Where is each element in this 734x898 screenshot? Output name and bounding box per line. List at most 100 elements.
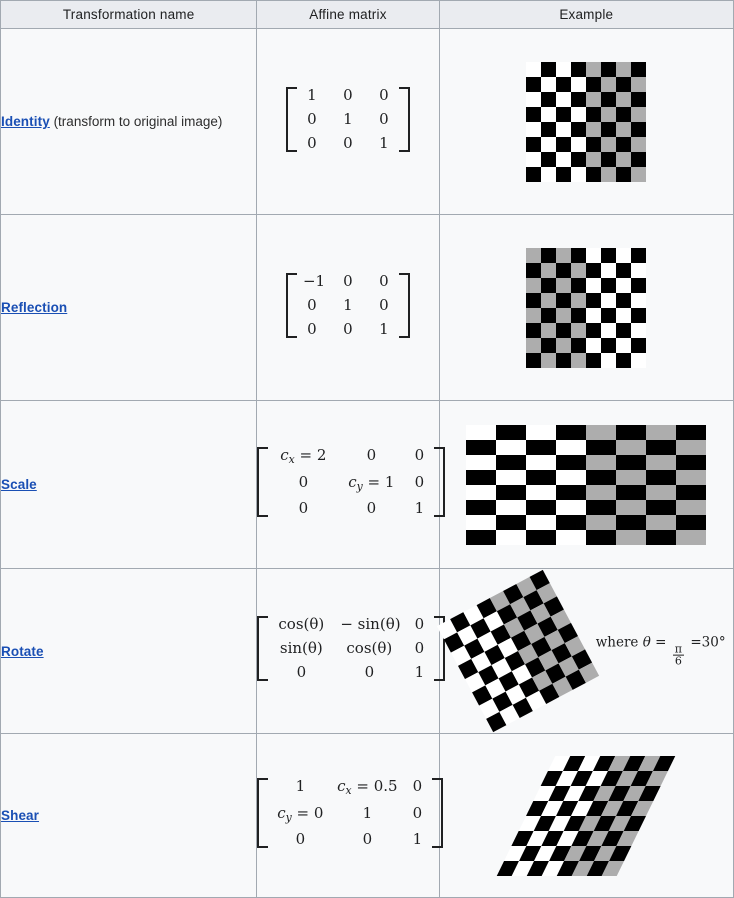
checker-cell	[631, 91, 647, 107]
checker-cell	[556, 322, 572, 338]
checker-cell	[616, 247, 632, 263]
note-result: =30°	[686, 634, 726, 651]
matrix-cell: 0	[414, 615, 425, 633]
matrix-rotate: cos(θ) − sin(θ) 0 sin(θ) cos(θ) 0 0 0 1	[257, 616, 446, 681]
checker-cell	[586, 307, 602, 323]
checker-cell	[631, 292, 647, 308]
note-equals: =	[650, 634, 671, 651]
matrix-cell: 0	[366, 445, 377, 464]
matrix-cell-cx: cx = 0.5	[334, 778, 400, 798]
checker-cell	[526, 136, 542, 152]
checker-cell	[586, 454, 617, 470]
checker-cell	[541, 61, 557, 77]
checker-cell	[526, 121, 542, 137]
checker-cell	[541, 247, 557, 263]
checker-cell	[616, 307, 632, 323]
example-identity	[438, 28, 734, 215]
theta-symbol: θ	[642, 634, 651, 651]
link-rotate[interactable]: Rotate	[1, 644, 44, 659]
matrix-cell: 1	[414, 499, 425, 518]
checker-cell	[556, 484, 587, 500]
checker-cell	[616, 454, 647, 470]
matrix-cell: cos(θ)	[346, 639, 393, 657]
equals-sign: =	[296, 803, 310, 822]
checker-cell	[601, 166, 617, 182]
sheared-board-holder	[497, 755, 676, 876]
checker-cell	[631, 76, 647, 92]
checker-cell	[571, 76, 587, 92]
checker-cell	[466, 424, 497, 440]
checker-cell	[496, 469, 527, 485]
checker-cell	[526, 352, 542, 368]
example-rotate: where θ = π6 =30°	[436, 568, 734, 734]
transformation-name-identity: Identity (transform to original image)	[0, 28, 258, 215]
checker-cell	[586, 292, 602, 308]
column-header-transformation-name: Transformation name	[0, 0, 258, 29]
checker-cell	[496, 454, 527, 470]
equals-sign: =	[356, 776, 369, 795]
matrix-cell: 1	[307, 85, 317, 104]
checker-cell	[616, 91, 632, 107]
matrix-cell: 1	[343, 295, 353, 314]
link-reflection[interactable]: Reflection	[1, 300, 67, 315]
matrix-cell: 0	[414, 472, 425, 491]
matrix-shear: 1 cx = 0.5 0 cy = 0 1 0 0 0 1	[257, 777, 444, 849]
checker-cell	[526, 76, 542, 92]
matrix-cell: 0	[298, 499, 309, 518]
checkerboard-rotate	[436, 569, 599, 733]
checker-cell	[676, 514, 707, 530]
checker-cell	[496, 439, 527, 455]
checker-cell	[586, 76, 602, 92]
checker-cell	[586, 277, 602, 293]
checker-cell	[646, 454, 677, 470]
checker-cell	[586, 514, 617, 530]
checker-cell	[616, 484, 647, 500]
matrix-grid: cos(θ) − sin(θ) 0 sin(θ) cos(θ) 0 0 0 1	[272, 616, 430, 681]
rotated-board-holder	[436, 569, 599, 733]
checker-cell	[526, 484, 557, 500]
checker-cell	[631, 337, 647, 353]
checker-cell	[676, 529, 707, 545]
pi-over-six-fraction: π6	[672, 643, 685, 667]
matrix-cell-cy: cy = 1	[340, 474, 402, 494]
checker-cell	[556, 136, 572, 152]
cy-subscript: y	[285, 810, 292, 824]
checker-cell	[586, 247, 602, 263]
link-shear[interactable]: Shear	[1, 808, 39, 823]
table-row-scale: Scale cx = 2 0 0 0 cy = 1 0 0 0 1	[0, 400, 734, 569]
checker-cell	[586, 499, 617, 515]
matrix-cell: 1	[379, 133, 389, 152]
checker-cell	[541, 76, 557, 92]
checker-cell	[556, 262, 572, 278]
checker-cell	[556, 166, 572, 182]
matrix-cell: 0	[379, 271, 389, 290]
checker-cell	[541, 292, 557, 308]
link-scale[interactable]: Scale	[1, 477, 37, 492]
matrix-grid: 1 cx = 0.5 0 cy = 0 1 0 0 0 1	[272, 778, 428, 849]
checker-cell	[601, 307, 617, 323]
checker-cell	[631, 277, 647, 293]
checker-cell	[676, 484, 707, 500]
checker-cell	[646, 424, 677, 440]
checker-cell	[526, 166, 542, 182]
cx-value: 2	[316, 445, 327, 464]
matrix-cell: −1	[302, 271, 326, 290]
checker-cell	[526, 292, 542, 308]
checker-cell	[616, 499, 647, 515]
checker-cell	[646, 514, 677, 530]
cy-symbol: c	[277, 803, 286, 822]
checker-cell	[601, 352, 617, 368]
checker-cell	[616, 514, 647, 530]
matrix-cell: 0	[343, 271, 353, 290]
checker-cell	[541, 91, 557, 107]
checker-cell	[646, 529, 677, 545]
checker-cell	[586, 484, 617, 500]
matrix-cell: 1	[343, 109, 353, 128]
checker-cell	[601, 322, 617, 338]
link-identity[interactable]: Identity	[1, 114, 50, 129]
matrix-cell: 1	[414, 663, 425, 681]
checker-cell	[571, 151, 587, 167]
checker-cell	[466, 469, 497, 485]
checker-cell	[526, 469, 557, 485]
checker-cell	[646, 499, 677, 515]
